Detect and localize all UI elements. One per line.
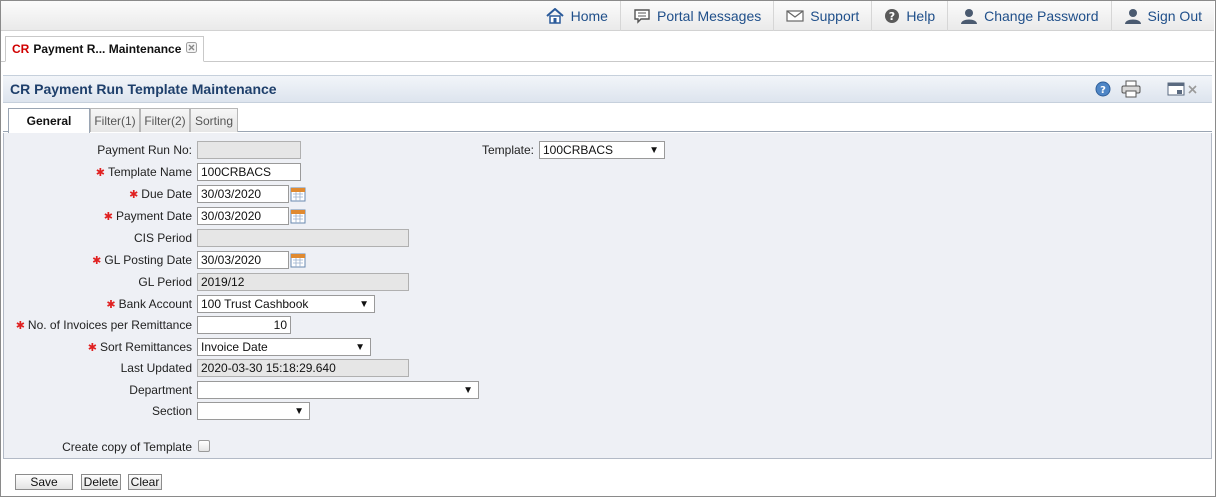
- nav-support[interactable]: Support: [773, 0, 871, 31]
- bank-account-label: ✱ Bank Account: [106, 297, 192, 311]
- nav-portal-messages[interactable]: Portal Messages: [619, 0, 773, 31]
- envelope-icon: [786, 9, 804, 22]
- document-tab-strip: CR Payment R... Maintenance: [1, 32, 1214, 62]
- calendar-icon[interactable]: [290, 252, 306, 268]
- due-date-field[interactable]: 30/03/2020: [197, 185, 289, 203]
- invoices-per-remittance-field[interactable]: 10: [197, 316, 291, 334]
- gl-period-field: 2019/12: [197, 273, 409, 291]
- user-icon: [1124, 8, 1141, 24]
- section-label: Section: [151, 404, 192, 418]
- tab-filter-2[interactable]: Filter(2): [140, 108, 190, 132]
- payment-date-label: ✱ Payment Date: [104, 209, 192, 223]
- calendar-icon[interactable]: [290, 208, 306, 224]
- chevron-down-icon: ▼: [463, 385, 473, 396]
- nav-sign-out[interactable]: Sign Out: [1110, 0, 1214, 31]
- nav-change-password[interactable]: Change Password: [947, 0, 1110, 31]
- user-icon: [961, 8, 978, 24]
- gl-posting-date-label: ✱ GL Posting Date: [92, 253, 192, 267]
- nav-help-label: Help: [906, 7, 936, 24]
- sort-remittances-select[interactable]: Invoice Date ▼: [197, 338, 371, 356]
- bank-account-label-text: Bank Account: [118, 297, 192, 311]
- nav-support-label: Support: [810, 7, 860, 24]
- nav-home[interactable]: Home: [533, 1, 620, 31]
- template-select-value: 100CRBACS: [543, 143, 614, 157]
- department-label: Department: [129, 383, 192, 397]
- document-tab-label: Payment R... Maintenance: [33, 42, 182, 56]
- template-name-label-text: Template Name: [107, 165, 192, 179]
- payment-date-field[interactable]: 30/03/2020: [197, 207, 289, 225]
- required-icon: ✱: [87, 342, 97, 354]
- department-select[interactable]: ▼: [197, 381, 479, 399]
- chevron-down-icon: ▼: [359, 299, 369, 310]
- sort-remittances-select-value: Invoice Date: [201, 340, 268, 354]
- svg-text:?: ?: [1100, 85, 1106, 96]
- due-date-label: ✱ Due Date: [129, 187, 192, 201]
- last-updated-field: 2020-03-30 15:18:29.640: [197, 359, 409, 377]
- form-tabs: General Filter(1) Filter(2) Sorting: [3, 108, 1212, 133]
- invoices-per-remittance-label-text: No. of Invoices per Remittance: [27, 318, 192, 332]
- required-icon: ✱: [129, 189, 139, 201]
- section-select[interactable]: ▼: [197, 402, 310, 420]
- payment-run-no-label: Payment Run No:: [97, 143, 192, 157]
- nav-change-password-label: Change Password: [984, 7, 1099, 24]
- tab-general[interactable]: General: [8, 108, 90, 133]
- required-icon: ✱: [95, 167, 105, 179]
- window-restore-icon[interactable]: [1167, 82, 1185, 96]
- close-tab-icon[interactable]: [186, 42, 198, 56]
- speech-bubble-icon: [634, 8, 650, 24]
- payment-run-no-field: [197, 141, 301, 159]
- sort-remittances-label: ✱ Sort Remittances: [88, 340, 192, 354]
- title-toolbar: ?: [1085, 80, 1198, 98]
- chevron-down-icon: ▼: [355, 342, 365, 353]
- svg-text:?: ?: [889, 10, 895, 23]
- calendar-icon[interactable]: [290, 186, 306, 202]
- gl-period-label: GL Period: [138, 275, 192, 289]
- document-tab[interactable]: CR Payment R... Maintenance: [5, 36, 205, 62]
- chevron-down-icon: ▼: [294, 406, 304, 417]
- last-updated-label: Last Updated: [120, 361, 192, 375]
- page-title-bar: CR Payment Run Template Maintenance ?: [3, 75, 1212, 103]
- tab-sorting[interactable]: Sorting: [190, 108, 238, 132]
- chevron-down-icon: ▼: [649, 145, 659, 156]
- top-nav: Home Portal Messages Support ? Help Chan…: [1, 0, 1214, 31]
- template-label: Template:: [481, 143, 534, 157]
- required-icon: ✱: [106, 299, 116, 311]
- save-button[interactable]: Save: [15, 474, 73, 490]
- document-tab-prefix: CR: [12, 42, 30, 56]
- clear-button[interactable]: Clear: [128, 474, 162, 490]
- sort-remittances-label-text: Sort Remittances: [99, 340, 192, 354]
- home-icon: [545, 7, 564, 24]
- template-name-field[interactable]: 100CRBACS: [197, 163, 301, 181]
- template-select[interactable]: 100CRBACS ▼: [539, 141, 665, 159]
- payment-date-label-text: Payment Date: [115, 209, 192, 223]
- cis-period-field: [197, 229, 409, 247]
- invoices-per-remittance-label: ✱ No. of Invoices per Remittance: [16, 318, 192, 332]
- create-copy-checkbox[interactable]: [198, 440, 210, 452]
- page-title: CR Payment Run Template Maintenance: [10, 81, 277, 97]
- required-icon: ✱: [103, 211, 113, 223]
- create-copy-label: Create copy of Template: [62, 440, 192, 454]
- help-icon: ?: [885, 8, 900, 23]
- nav-sign-out-label: Sign Out: [1147, 7, 1202, 24]
- gl-posting-date-label-text: GL Posting Date: [104, 253, 192, 267]
- bank-account-select[interactable]: 100 Trust Cashbook ▼: [197, 295, 375, 313]
- gl-posting-date-field[interactable]: 30/03/2020: [197, 251, 289, 269]
- template-name-label: ✱ Template Name: [96, 165, 192, 179]
- help-icon[interactable]: ?: [1095, 81, 1111, 97]
- bank-account-select-value: 100 Trust Cashbook: [201, 297, 309, 311]
- print-icon[interactable]: [1121, 80, 1141, 98]
- required-icon: ✱: [15, 320, 25, 332]
- required-icon: ✱: [92, 255, 102, 267]
- close-panel-icon[interactable]: [1187, 84, 1198, 95]
- nav-help[interactable]: ? Help: [871, 0, 947, 31]
- nav-home-label: Home: [570, 7, 608, 24]
- due-date-label-text: Due Date: [141, 187, 192, 201]
- delete-button[interactable]: Delete: [81, 474, 121, 490]
- nav-portal-messages-label: Portal Messages: [656, 7, 762, 24]
- cis-period-label: CIS Period: [133, 231, 192, 245]
- tab-filter-1[interactable]: Filter(1): [90, 108, 140, 132]
